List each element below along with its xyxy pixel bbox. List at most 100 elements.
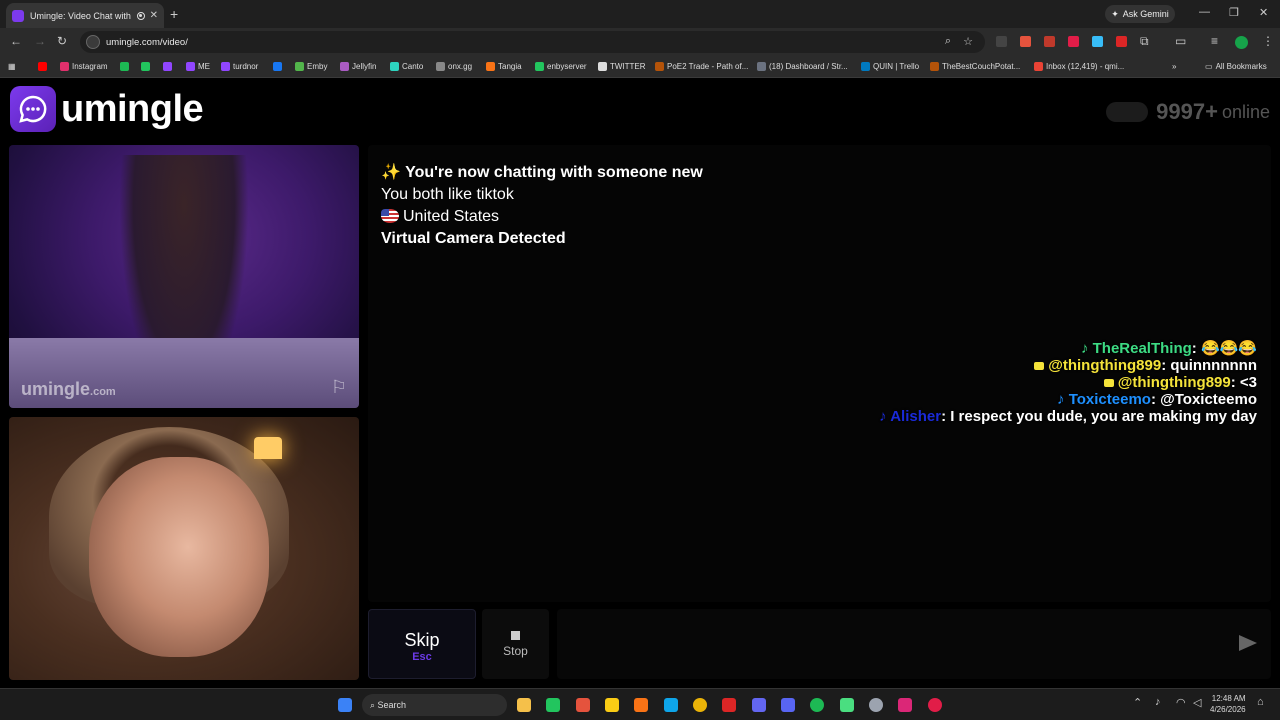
bookmark-item[interactable]: QUIN | Trello [861,62,919,71]
notepad-icon[interactable] [840,698,854,712]
stop-button[interactable]: Stop [482,609,549,679]
bookmark-item[interactable]: turdnor [221,62,258,71]
bookmark-item[interactable]: ME [186,62,210,71]
bookmark-item[interactable]: Jellyfin [340,62,376,71]
restore-icon[interactable]: ❐ [1229,6,1239,19]
umingle-logo[interactable]: umingle [10,86,204,132]
bookmark-item[interactable]: (18) Dashboard / Str... [757,62,848,71]
bookmark-item[interactable]: PoE2 Trade - Path of... [655,62,748,71]
bookmark-favicon-icon [221,62,230,71]
volume-icon[interactable]: ◁ [1193,696,1201,709]
overlay-username: TheRealThing [1092,340,1192,357]
apps-grid-icon[interactable]: ▦ [8,62,16,71]
site-info-icon[interactable] [86,35,100,49]
edge-icon[interactable] [664,698,678,712]
extension-k-icon[interactable] [996,36,1007,47]
bookmark-item[interactable]: Emby [295,62,327,71]
report-flag-icon[interactable]: ⚐ [331,377,347,398]
extension-fox-icon[interactable] [1020,36,1031,47]
app-red-icon[interactable] [928,698,942,712]
bookmark-item[interactable]: Canto [390,62,423,71]
online-label: online [1221,101,1270,122]
downloads-icon[interactable]: ≡ [1211,34,1218,48]
youtube-badge-icon [1103,379,1114,387]
opera-icon[interactable] [722,698,736,712]
clock-time: 12:48 AM [1211,694,1246,703]
extension-blocker-icon[interactable] [1116,36,1127,47]
bookmark-item[interactable] [163,62,172,71]
file-explorer-icon[interactable] [517,698,531,712]
firefox-icon[interactable] [634,698,648,712]
app-orange-icon[interactable] [576,698,590,712]
zoom-icon[interactable]: ⌕ [945,35,951,48]
overlay-message: : 😂😂😂 [1191,340,1257,357]
all-bookmarks[interactable]: ▭ All Bookmarks [1205,62,1267,71]
bookmark-item[interactable]: Tangia [486,62,522,71]
bookmark-favicon-icon [861,62,870,71]
extension-youtube-icon[interactable] [1068,36,1079,47]
bookmark-label: turdnor [233,62,259,71]
bookmarks-overflow-icon[interactable]: » [1172,62,1176,71]
ask-gemini-button[interactable]: ✦ Ask Gemini [1105,5,1175,23]
browser-tab-active[interactable]: Umingle: Video Chat with S ✕ [6,3,164,28]
logo-text: umingle [61,87,204,130]
close-window-icon[interactable]: ✕ [1259,6,1268,19]
extension-7tv-icon[interactable] [1092,36,1103,47]
bookmark-item[interactable]: Instagram [60,62,108,71]
overlay-username: @thingthing899 [1048,357,1162,374]
bookmark-label: Inbox (12,419) - qmi... [1046,62,1125,71]
url-text: umingle.com/video/ [106,36,188,48]
forward-icon[interactable]: → [34,34,46,48]
new-tab-button[interactable]: + [170,6,178,22]
obs-icon[interactable] [869,698,883,712]
tab-close-icon[interactable]: ✕ [150,10,158,21]
bookmark-label: QUIN | Trello [873,62,920,71]
bookmark-item[interactable]: TWITTER [598,62,646,71]
extension-red-icon[interactable] [1044,36,1055,47]
tray-overflow-icon[interactable]: ⌃ [1133,696,1142,709]
address-bar[interactable]: umingle.com/video/ ⌕ ☆ [80,31,985,53]
bookmark-item[interactable]: TheBestCouchPotat... [930,62,1020,71]
bookmark-label: enbyserver [547,62,587,71]
bookmark-label: Instagram [72,62,108,71]
bookmark-item[interactable] [120,62,129,71]
bookmark-item[interactable] [141,62,150,71]
skip-button[interactable]: Skip Esc [368,609,476,679]
back-icon[interactable]: ← [10,34,22,48]
theme-toggle[interactable] [1106,102,1149,122]
message-input[interactable] [557,609,1271,679]
menu-kebab-icon[interactable]: ⋮ [1262,34,1274,48]
online-count: 9997+ [1156,99,1218,124]
browser-tab-bar: Umingle: Video Chat with S ✕ + ✦ Ask Gemi… [0,0,1280,28]
notes-icon[interactable] [605,698,619,712]
bookmark-item[interactable]: onx.gg [436,62,472,71]
cast-icon[interactable]: ▭ [1175,34,1186,48]
taskbar-search[interactable]: ⌕ Search [362,694,507,716]
bookmark-star-icon[interactable]: ☆ [963,35,973,48]
app-blue-icon[interactable] [752,698,766,712]
bookmark-label: (18) Dashboard / Str... [769,62,848,71]
microphone-icon[interactable]: ♪ [1155,696,1161,708]
wifi-icon[interactable]: ◠ [1176,696,1186,709]
start-icon[interactable] [338,698,352,712]
minimize-icon[interactable]: — [1199,6,1210,18]
bookmark-item[interactable]: enbyserver [535,62,587,71]
bookmark-item[interactable] [38,62,47,71]
browser-nav-bar: ← → ↻ umingle.com/video/ ⌕ ☆ ⧉ ▭ ≡ ⋮ [0,28,1280,56]
tiktok-icon[interactable] [898,698,912,712]
bookmark-item[interactable] [273,62,282,71]
notifications-icon[interactable]: ⌂ [1257,696,1264,708]
spotify-icon[interactable] [810,698,824,712]
discord-icon[interactable] [781,698,795,712]
bookmark-item[interactable]: Inbox (12,419) - qmi... [1034,62,1124,71]
chrome-icon[interactable] [693,698,707,712]
system-clock[interactable]: 12:48 AM 4/26/2026 [1210,693,1246,715]
media-player-icon[interactable] [546,698,560,712]
reload-icon[interactable]: ↻ [57,34,67,48]
extensions-puzzle-icon[interactable]: ⧉ [1140,34,1149,49]
profile-avatar-icon[interactable] [1235,36,1248,49]
tiktok-icon: ♪ [1057,391,1069,408]
bookmark-favicon-icon [163,62,172,71]
bookmark-favicon-icon [655,62,664,71]
send-icon[interactable] [1239,635,1257,651]
